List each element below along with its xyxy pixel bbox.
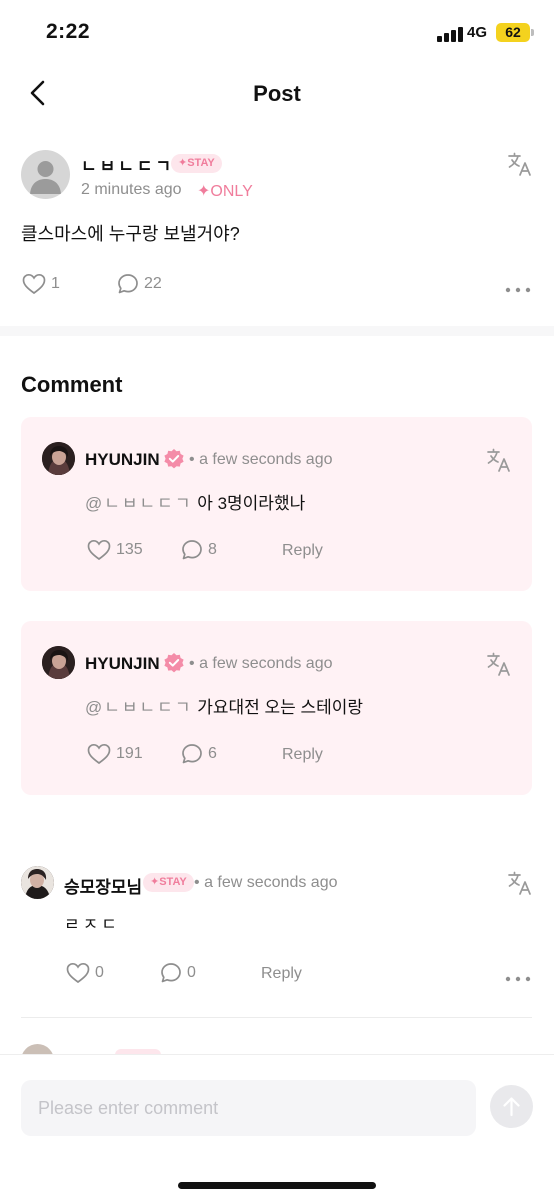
more-options-button[interactable]: [505, 281, 531, 293]
post-time: 2 minutes ago: [81, 181, 182, 198]
comment-bubble-icon: [182, 744, 202, 764]
post-author-name[interactable]: ㄴㅂㄴㄷㄱ: [81, 152, 174, 177]
translate-button[interactable]: [486, 651, 512, 677]
comment-time-text: a few seconds ago: [199, 451, 333, 468]
comment-time: • a few seconds ago: [189, 655, 332, 673]
comment-body: 아 3명이라했나: [197, 494, 306, 513]
like-count: 1: [51, 275, 60, 292]
comment-time: • a few seconds ago: [189, 451, 332, 469]
send-button[interactable]: [490, 1085, 533, 1128]
comment-body: 가요대전 오는 스테이랑: [197, 698, 364, 717]
signal-strength-icon: [437, 26, 463, 42]
like-button[interactable]: 135: [87, 539, 143, 561]
stay-badge: ✦STAY: [143, 873, 194, 892]
home-indicator: [178, 1182, 376, 1189]
translate-icon: [508, 871, 531, 895]
translate-icon: [487, 652, 510, 676]
translate-icon: [508, 152, 531, 176]
like-count: 191: [116, 745, 143, 762]
translate-button[interactable]: [507, 151, 533, 177]
avatar[interactable]: [21, 866, 54, 899]
heart-icon: [87, 539, 111, 561]
page-title: Post: [253, 81, 301, 106]
status-bar: 2:22 4G 62: [0, 0, 554, 64]
verified-badge-icon: [163, 652, 185, 674]
comment-time-text: a few seconds ago: [204, 874, 338, 891]
reply-count-button[interactable]: 8: [181, 539, 217, 561]
reply-count: 8: [208, 541, 217, 558]
comment-text: @ㄴㅂㄴㄷㄱ 가요대전 오는 스테이랑: [85, 693, 363, 718]
reply-count-button[interactable]: 0: [160, 962, 196, 984]
battery-icon: 62: [496, 23, 530, 42]
reply-count: 6: [208, 745, 217, 762]
translate-button[interactable]: [486, 447, 512, 473]
heart-icon: [87, 743, 111, 765]
more-dots-icon: [505, 976, 531, 982]
heart-icon: [66, 962, 90, 984]
reply-button[interactable]: Reply: [282, 746, 323, 764]
comment-divider: [21, 1017, 532, 1018]
translate-icon: [487, 448, 510, 472]
mention[interactable]: @ㄴㅂㄴㄷㄱ: [85, 698, 192, 717]
commenter-name[interactable]: HYUNJIN: [85, 654, 160, 674]
visibility-badge: ✦ONLY: [197, 183, 253, 200]
comment-composer: [0, 1054, 554, 1200]
profile-photo-icon: [42, 442, 75, 475]
comment-button[interactable]: 22: [117, 273, 162, 295]
like-count: 135: [116, 541, 143, 558]
avatar[interactable]: [42, 442, 75, 475]
more-dots-icon: [505, 287, 531, 293]
more-options-button[interactable]: [505, 970, 531, 982]
comment-bubble-icon: [118, 274, 138, 294]
stay-badge: ✦STAY: [171, 154, 222, 173]
nav-bar: Post: [0, 64, 554, 124]
comment-card: HYUNJIN • a few seconds ago @ㄴㅂㄴㄷㄱ 가요대전 …: [21, 621, 532, 795]
dot-separator: •: [189, 451, 195, 468]
section-divider: [0, 326, 554, 336]
status-time: 2:22: [46, 20, 91, 43]
reply-button[interactable]: Reply: [282, 542, 323, 560]
comment-text: @ㄴㅂㄴㄷㄱ 아 3명이라했나: [85, 489, 305, 514]
like-button[interactable]: 0: [66, 962, 104, 984]
like-button[interactable]: 191: [87, 743, 143, 765]
post-text: 클스마스에 누구랑 보낼거야?: [21, 224, 240, 244]
heart-icon: [22, 273, 46, 295]
comment-body: ㄹㅈㄷ: [64, 915, 120, 934]
comment-bubble-icon: [161, 963, 181, 983]
profile-photo-icon: [42, 646, 75, 679]
comment-time: • a few seconds ago: [194, 874, 337, 892]
like-button[interactable]: 1: [22, 273, 60, 295]
comment-card: HYUNJIN • a few seconds ago @ㄴㅂㄴㄷㄱ 아 3명이…: [21, 417, 532, 591]
post: ㄴㅂㄴㄷㄱ ✦STAY 2 minutes ago ✦ONLY 클스마스에 누구…: [0, 140, 554, 326]
reply-button[interactable]: Reply: [261, 965, 302, 983]
battery-tip: [531, 29, 534, 36]
dot-separator: •: [189, 655, 195, 672]
send-arrow-icon: [503, 1097, 520, 1117]
comment-time-text: a few seconds ago: [199, 655, 333, 672]
avatar[interactable]: [21, 150, 70, 199]
commenter-name[interactable]: HYUNJIN: [85, 450, 160, 470]
comments-title: Comment: [21, 372, 123, 397]
reply-count-button[interactable]: 6: [181, 743, 217, 765]
network-type: 4G: [467, 24, 488, 41]
translate-button[interactable]: [507, 870, 533, 896]
comment-count: 22: [144, 275, 162, 292]
dot-separator: •: [194, 874, 200, 891]
profile-photo-icon: [21, 866, 54, 899]
default-avatar-icon: [30, 161, 61, 194]
mention[interactable]: @ㄴㅂㄴㄷㄱ: [85, 494, 192, 513]
commenter-name[interactable]: 승모장모님: [64, 873, 142, 898]
verified-badge-icon: [163, 448, 185, 470]
comment-input[interactable]: [21, 1080, 476, 1136]
avatar[interactable]: [42, 646, 75, 679]
reply-count: 0: [187, 964, 196, 981]
comment-bubble-icon: [182, 540, 202, 560]
like-count: 0: [95, 964, 104, 981]
